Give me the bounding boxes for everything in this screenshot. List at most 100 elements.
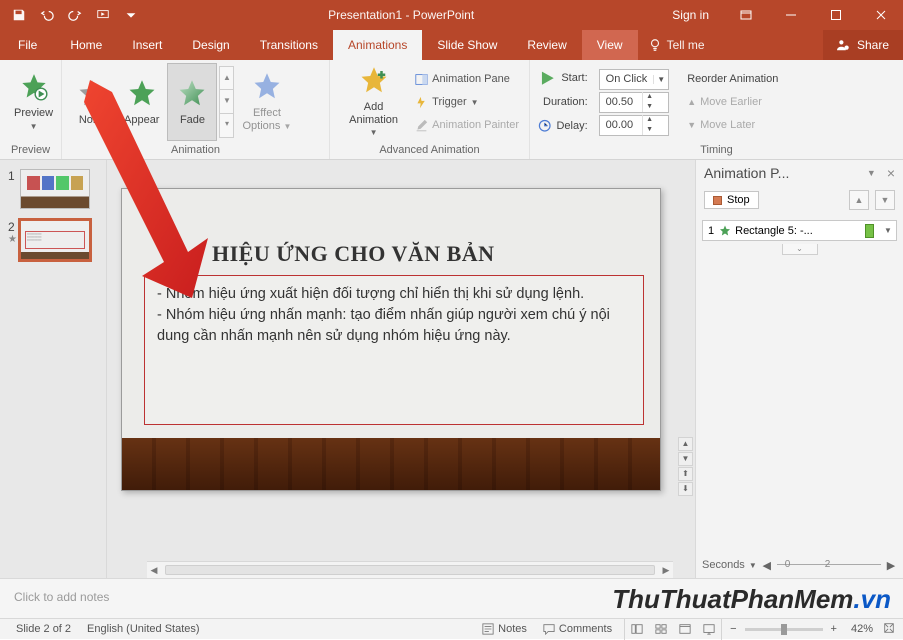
- stop-icon: [713, 196, 722, 205]
- gallery-down-icon[interactable]: ▼: [219, 90, 234, 114]
- qat-customize-icon[interactable]: [118, 1, 144, 29]
- vscroll-up-icon[interactable]: ▲: [678, 437, 693, 451]
- delay-spin[interactable]: 00.00▲▼: [599, 115, 670, 136]
- seconds-label: Seconds: [702, 559, 745, 571]
- tab-transitions[interactable]: Transitions: [245, 30, 333, 60]
- move-earlier-button[interactable]: ▲Move Earlier: [687, 92, 778, 112]
- thumbnail-panel: 1 2★ ━━━━━━━━━━━━━━━━━━━━━━━━: [0, 160, 107, 578]
- anim-fade[interactable]: Fade: [167, 63, 217, 141]
- expand-icon[interactable]: ⌄: [782, 244, 818, 255]
- tab-insert[interactable]: Insert: [117, 30, 177, 60]
- animation-painter-button[interactable]: Animation Painter: [415, 115, 519, 135]
- prev-slide-icon[interactable]: ⬆: [678, 467, 693, 481]
- close-pane-icon[interactable]: ×: [879, 165, 895, 181]
- zoom-out-icon[interactable]: −: [726, 623, 740, 635]
- language-indicator[interactable]: English (United States): [79, 623, 208, 635]
- delay-label: Delay:: [556, 120, 587, 132]
- anim-none[interactable]: None: [68, 63, 116, 141]
- group-timing-label: Timing: [530, 144, 903, 159]
- tell-me[interactable]: Tell me: [638, 30, 715, 60]
- view-sorter-icon[interactable]: [649, 619, 673, 640]
- painter-icon: [415, 119, 428, 132]
- move-down-icon[interactable]: ▼: [875, 190, 895, 210]
- view-slideshow-icon[interactable]: [697, 619, 721, 640]
- spin-down-icon[interactable]: ▼: [643, 102, 657, 112]
- window-title: Presentation1 - PowerPoint: [144, 8, 658, 22]
- slide-p1: - Nhóm hiệu ứng xuất hiện đối tượng chỉ …: [157, 284, 631, 305]
- group-animation-label: Animation: [62, 144, 329, 159]
- timeline-right-icon[interactable]: ▶: [885, 559, 897, 572]
- zoom-in-icon[interactable]: +: [827, 623, 841, 635]
- undo-icon[interactable]: [34, 1, 60, 29]
- redo-icon[interactable]: [62, 1, 88, 29]
- reorder-label: Reorder Animation: [687, 69, 778, 89]
- trigger-icon: [415, 96, 428, 109]
- gallery-up-icon[interactable]: ▲: [219, 66, 234, 90]
- sign-in-link[interactable]: Sign in: [658, 8, 723, 22]
- trigger-button[interactable]: Trigger ▼: [415, 92, 519, 112]
- start-combo[interactable]: On Click▼: [599, 69, 670, 90]
- gallery-more-icon[interactable]: ▾: [219, 114, 234, 138]
- pane-icon: [415, 73, 428, 86]
- comments-icon: [543, 623, 555, 635]
- thumb-1-num: 1: [8, 169, 16, 183]
- group-advanced-label: Advanced Animation: [330, 144, 529, 159]
- tab-design[interactable]: Design: [177, 30, 244, 60]
- spin-up-icon[interactable]: ▲: [643, 92, 657, 102]
- ribbon-display-icon[interactable]: [723, 0, 768, 30]
- timeline-left-icon[interactable]: ◀: [761, 559, 773, 572]
- fit-to-window-icon[interactable]: [883, 622, 895, 637]
- tab-view[interactable]: View: [582, 30, 638, 60]
- hscroll-left-icon[interactable]: ◀: [147, 565, 161, 576]
- hscroll[interactable]: ◀▶: [147, 561, 673, 578]
- spin-down-icon[interactable]: ▼: [643, 125, 657, 135]
- zoom-slider[interactable]: [745, 628, 823, 631]
- slide-textbox[interactable]: - Nhóm hiệu ứng xuất hiện đối tượng chỉ …: [144, 275, 644, 425]
- thumb-1[interactable]: [20, 169, 90, 209]
- start-from-beginning-icon[interactable]: [90, 1, 116, 29]
- pane-options-icon[interactable]: ▼: [864, 168, 879, 178]
- tab-home[interactable]: Home: [55, 30, 117, 60]
- spin-up-icon[interactable]: ▲: [643, 115, 657, 125]
- start-label: Start:: [561, 72, 587, 84]
- effect-options-button[interactable]: Effect Options ▼: [234, 63, 299, 141]
- tab-file[interactable]: File: [0, 30, 55, 60]
- save-icon[interactable]: [6, 1, 32, 29]
- add-animation-button[interactable]: Add Animation ▼: [336, 63, 411, 141]
- tab-review[interactable]: Review: [512, 30, 581, 60]
- duration-spin[interactable]: 00.50▲▼: [599, 92, 670, 113]
- status-bar: Slide 2 of 2 English (United States) Not…: [0, 618, 903, 639]
- slide-floor: [122, 438, 660, 490]
- chevron-down-icon[interactable]: ▼: [653, 75, 668, 84]
- anim-pane-item[interactable]: 1 Rectangle 5: -... ▼: [702, 220, 897, 241]
- notes-placeholder: Click to add notes: [14, 590, 109, 604]
- preview-button[interactable]: Preview▼: [6, 63, 61, 141]
- timeline-slider[interactable]: 0 2: [777, 556, 881, 574]
- anim-appear[interactable]: Appear: [116, 63, 167, 141]
- share-button[interactable]: Share: [823, 30, 903, 60]
- comments-toggle[interactable]: Comments: [535, 623, 620, 635]
- view-normal-icon[interactable]: [625, 619, 649, 640]
- lightbulb-icon: [648, 38, 662, 52]
- thumb-2[interactable]: ━━━━━━━━━━━━━━━━━━━━━━━━: [20, 220, 90, 260]
- move-up-icon[interactable]: ▲: [849, 190, 869, 210]
- close-icon[interactable]: [858, 0, 903, 30]
- slide-title[interactable]: HIỆU ỨNG CHO VĂN BẢN: [212, 241, 495, 267]
- tab-animations[interactable]: Animations: [333, 30, 422, 60]
- stop-button[interactable]: Stop: [704, 191, 759, 209]
- vscroll-down-icon[interactable]: ▼: [678, 452, 693, 466]
- view-reading-icon[interactable]: [673, 619, 697, 640]
- slide-indicator[interactable]: Slide 2 of 2: [8, 623, 79, 635]
- animation-pane-title: Animation P...: [704, 165, 864, 181]
- tab-slideshow[interactable]: Slide Show: [422, 30, 512, 60]
- move-later-button[interactable]: ▼Move Later: [687, 115, 778, 135]
- slide[interactable]: HIỆU ỨNG CHO VĂN BẢN - Nhóm hiệu ứng xuấ…: [121, 188, 661, 491]
- zoom-level[interactable]: 42%: [845, 623, 879, 635]
- next-slide-icon[interactable]: ⬇: [678, 482, 693, 496]
- item-dropdown-icon[interactable]: ▼: [880, 226, 896, 235]
- notes-toggle[interactable]: Notes: [474, 623, 535, 635]
- hscroll-right-icon[interactable]: ▶: [659, 565, 673, 576]
- animation-pane-button[interactable]: Animation Pane: [415, 69, 519, 89]
- maximize-icon[interactable]: [813, 0, 858, 30]
- minimize-icon[interactable]: [768, 0, 813, 30]
